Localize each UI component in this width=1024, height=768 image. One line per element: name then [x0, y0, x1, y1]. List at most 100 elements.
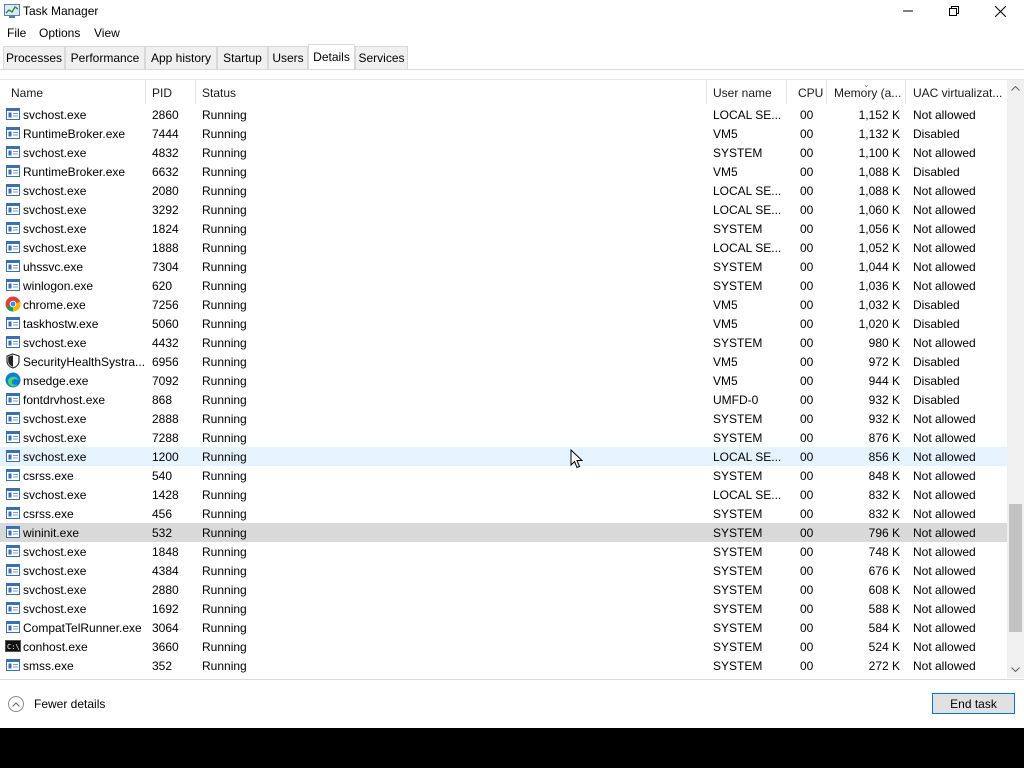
- cell-pid: 620: [152, 279, 173, 293]
- table-row[interactable]: svchost.exe 2860 Running LOCAL SE... 00 1,152…: [0, 105, 1007, 124]
- menu-options[interactable]: Options: [39, 26, 80, 40]
- table-row[interactable]: fontdrvhost.exe 868 Running UMFD-0 00 932 K Di…: [0, 390, 1007, 409]
- table-row[interactable]: svchost.exe 2080 Running LOCAL SE... 00 1,088…: [0, 181, 1007, 200]
- cell-user-name: SYSTEM: [713, 146, 763, 160]
- column-memory[interactable]: Memory (a...: [834, 86, 901, 100]
- cell-cpu: 00: [800, 659, 814, 673]
- close-button[interactable]: [977, 0, 1023, 22]
- end-task-button[interactable]: End task: [932, 693, 1015, 714]
- scroll-up-button[interactable]: [1007, 80, 1024, 97]
- menu-file[interactable]: File: [7, 26, 26, 40]
- cell-memory: 272 K: [868, 659, 900, 673]
- cell-pid: 1848: [152, 545, 179, 559]
- menu-view[interactable]: View: [94, 26, 120, 40]
- column-uac[interactable]: UAC virtualizat...: [913, 86, 1002, 100]
- table-row[interactable]: svchost.exe 1824 Running SYSTEM 00 1,056 K Not…: [0, 219, 1007, 238]
- column-divider[interactable]: [706, 80, 707, 104]
- table-row[interactable]: svchost.exe 2888 Running SYSTEM 00 932 K Not a…: [0, 409, 1007, 428]
- column-divider[interactable]: [195, 80, 196, 104]
- tab-users[interactable]: Users: [268, 46, 308, 69]
- scrollbar-thumb[interactable]: [1009, 504, 1022, 632]
- table-row[interactable]: svchost.exe 1848 Running SYSTEM 00 748 K Not a…: [0, 542, 1007, 561]
- column-pid[interactable]: PID: [152, 86, 172, 100]
- table-row[interactable]: RuntimeBroker.exe 7444 Running VM5 00 1,132 K…: [0, 124, 1007, 143]
- tab-details[interactable]: Details: [308, 44, 355, 69]
- tab-performance[interactable]: Performance: [65, 46, 145, 69]
- column-divider[interactable]: [826, 80, 827, 104]
- service-icon: [5, 543, 21, 559]
- tab-services[interactable]: Services: [355, 46, 408, 69]
- table-row[interactable]: svchost.exe 4384 Running SYSTEM 00 676 K Not a…: [0, 561, 1007, 580]
- table-row[interactable]: msedge.exe 7092 Running VM5 00 944 K Disabled: [0, 371, 1007, 390]
- mouse-cursor-icon: [570, 449, 583, 469]
- table-row[interactable]: svchost.exe 4832 Running SYSTEM 00 1,100 K Not…: [0, 143, 1007, 162]
- cell-memory: 608 K: [868, 583, 900, 597]
- tab-startup[interactable]: Startup: [217, 46, 268, 69]
- cell-uac: Disabled: [913, 298, 960, 312]
- tab-app-history[interactable]: App history: [145, 46, 217, 69]
- cell-name: wininit.exe: [23, 526, 80, 540]
- column-cpu[interactable]: CPU: [798, 86, 823, 100]
- table-row[interactable]: csrss.exe 456 Running SYSTEM 00 832 K Not allo…: [0, 504, 1007, 523]
- cell-pid: 2888: [152, 412, 179, 426]
- cell-uac: Not allowed: [913, 583, 976, 597]
- table-row[interactable]: SecurityHealthSystra... 6956 Running VM5 00 9…: [0, 352, 1007, 371]
- fewer-details-button[interactable]: Fewer details: [8, 694, 105, 714]
- cell-status: Running: [202, 222, 247, 236]
- service-icon: [5, 391, 21, 407]
- cell-cpu: 00: [800, 222, 814, 236]
- column-divider[interactable]: [145, 80, 146, 104]
- table-row[interactable]: wininit.exe 532 Running SYSTEM 00 796 K Not al…: [0, 523, 1007, 542]
- cell-memory: 832 K: [868, 488, 900, 502]
- table-row[interactable]: svchost.exe 3292 Running LOCAL SE... 00 1,060…: [0, 200, 1007, 219]
- service-icon: [5, 600, 21, 616]
- cell-cpu: 00: [800, 279, 814, 293]
- cell-status: Running: [202, 659, 247, 673]
- tab-processes[interactable]: Processes: [3, 46, 65, 69]
- service-icon: [5, 467, 21, 483]
- cell-user-name: LOCAL SE...: [713, 450, 782, 464]
- cell-status: Running: [202, 127, 247, 141]
- service-icon: [5, 239, 21, 255]
- column-user-name[interactable]: User name: [713, 86, 772, 100]
- cell-pid: 3292: [152, 203, 179, 217]
- cell-name: taskhostw.exe: [23, 317, 99, 331]
- cell-memory: 972 K: [868, 355, 900, 369]
- table-row[interactable]: csrss.exe 540 Running SYSTEM 00 848 K Not allo…: [0, 466, 1007, 485]
- cell-cpu: 00: [800, 450, 814, 464]
- restore-button[interactable]: [931, 0, 977, 22]
- cell-user-name: SYSTEM: [713, 469, 763, 483]
- table-row[interactable]: svchost.exe 1888 Running LOCAL SE... 00 1,052…: [0, 238, 1007, 257]
- table-row[interactable]: svchost.exe 1200 Running LOCAL SE... 00 856 K…: [0, 447, 1007, 466]
- cell-status: Running: [202, 108, 247, 122]
- column-divider[interactable]: [905, 80, 906, 104]
- table-row[interactable]: svchost.exe 7288 Running SYSTEM 00 876 K Not a…: [0, 428, 1007, 447]
- cell-cpu: 00: [800, 298, 814, 312]
- scroll-down-button[interactable]: [1007, 661, 1024, 678]
- vertical-scrollbar[interactable]: [1007, 80, 1024, 678]
- cell-status: Running: [202, 564, 247, 578]
- table-row[interactable]: RuntimeBroker.exe 6632 Running VM5 00 1,088 K…: [0, 162, 1007, 181]
- column-divider[interactable]: [786, 80, 787, 104]
- table-row[interactable]: winlogon.exe 620 Running SYSTEM 00 1,036 K Not…: [0, 276, 1007, 295]
- table-row[interactable]: svchost.exe 1428 Running LOCAL SE... 00 832 K…: [0, 485, 1007, 504]
- table-row[interactable]: C:\ conhost.exe 3660 Running SYSTEM 00 524 K No…: [0, 637, 1007, 656]
- table-row[interactable]: uhssvc.exe 7304 Running SYSTEM 00 1,044 K Not …: [0, 257, 1007, 276]
- table-row[interactable]: svchost.exe 4432 Running SYSTEM 00 980 K Not a…: [0, 333, 1007, 352]
- column-name[interactable]: Name: [11, 86, 43, 100]
- table-row[interactable]: smss.exe 352 Running SYSTEM 00 272 K Not allow…: [0, 656, 1007, 675]
- table-row[interactable]: svchost.exe 2880 Running SYSTEM 00 608 K Not a…: [0, 580, 1007, 599]
- column-status[interactable]: Status: [202, 86, 236, 100]
- cell-memory: 748 K: [868, 545, 900, 559]
- cell-name: svchost.exe: [23, 184, 87, 198]
- cell-cpu: 00: [800, 412, 814, 426]
- table-row[interactable]: chrome.exe 7256 Running VM5 00 1,032 K Disable…: [0, 295, 1007, 314]
- cell-memory: 1,044 K: [858, 260, 900, 274]
- cell-name: csrss.exe: [23, 507, 74, 521]
- table-row[interactable]: svchost.exe 1692 Running SYSTEM 00 588 K Not a…: [0, 599, 1007, 618]
- table-row[interactable]: taskhostw.exe 5060 Running VM5 00 1,020 K Disa…: [0, 314, 1007, 333]
- table-row[interactable]: CompatTelRunner.exe 3064 Running SYSTEM 00 58…: [0, 618, 1007, 637]
- cell-status: Running: [202, 640, 247, 654]
- edge-icon: [5, 372, 21, 388]
- minimize-button[interactable]: [885, 0, 931, 22]
